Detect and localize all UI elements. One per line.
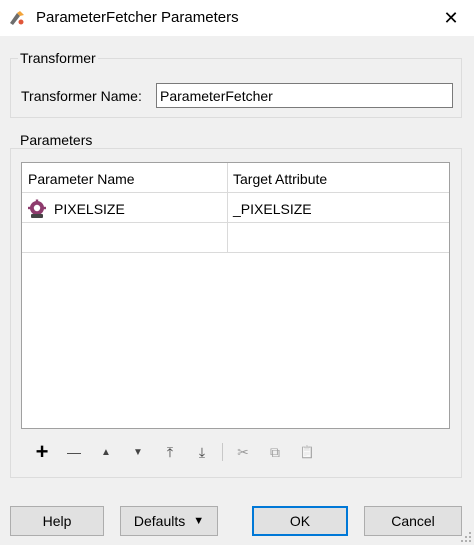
copy-button[interactable]: ⧉ bbox=[259, 440, 291, 464]
close-icon: ✕ bbox=[443, 7, 459, 28]
defaults-label: Defaults bbox=[133, 513, 186, 529]
scissors-icon: ✂ bbox=[237, 443, 249, 460]
column-header-target-attribute[interactable]: Target Attribute bbox=[227, 165, 327, 193]
arrow-up-icon: ▲ bbox=[101, 446, 111, 458]
move-down-button[interactable]: ▼ bbox=[122, 440, 154, 464]
table-row[interactable] bbox=[22, 225, 449, 253]
cancel-button[interactable]: Cancel bbox=[364, 506, 462, 536]
ok-button[interactable]: OK bbox=[252, 506, 348, 536]
parameters-group-title: Parameters bbox=[18, 132, 95, 148]
parameter-name-cell[interactable] bbox=[22, 225, 28, 253]
transformer-name-label: Transformer Name: bbox=[21, 88, 142, 104]
transformer-group-title: Transformer bbox=[18, 50, 98, 66]
toolbar-separator bbox=[222, 443, 223, 461]
table-row[interactable]: PIXELSIZE _PIXELSIZE bbox=[22, 195, 449, 223]
title-bar: ParameterFetcher Parameters ✕ bbox=[0, 0, 474, 36]
remove-row-button[interactable]: — bbox=[58, 440, 90, 464]
resize-grip-icon[interactable] bbox=[460, 531, 472, 543]
parameter-icon bbox=[28, 199, 46, 218]
move-to-bottom-button[interactable]: ⤓ bbox=[186, 440, 218, 464]
add-row-button[interactable]: + bbox=[26, 439, 58, 464]
table-toolbar: + — ▲ ▼ ⤒ ⤓ ✂ ⧉ 📋 bbox=[26, 439, 323, 464]
dialog-window: ParameterFetcher Parameters ✕ Transforme… bbox=[0, 0, 474, 545]
move-bottom-icon: ⤓ bbox=[198, 443, 206, 460]
minus-icon: — bbox=[67, 444, 81, 460]
transformer-app-icon bbox=[10, 11, 24, 25]
paste-button[interactable]: 📋 bbox=[291, 440, 323, 464]
parameters-table: Parameter Name Target Attribute PIXELSIZ… bbox=[21, 162, 450, 429]
transformer-name-input[interactable] bbox=[156, 83, 453, 108]
move-top-icon: ⤒ bbox=[166, 443, 174, 460]
chevron-down-icon: ▼ bbox=[193, 515, 205, 527]
close-button[interactable]: ✕ bbox=[428, 0, 474, 36]
window-title: ParameterFetcher Parameters bbox=[36, 9, 239, 26]
defaults-button[interactable]: Defaults ▼ bbox=[120, 506, 218, 536]
copy-icon: ⧉ bbox=[270, 443, 280, 460]
clipboard-icon: 📋 bbox=[299, 445, 315, 459]
parameter-name-cell: PIXELSIZE bbox=[54, 201, 125, 217]
arrow-down-icon: ▼ bbox=[133, 446, 143, 458]
help-button[interactable]: Help bbox=[10, 506, 104, 536]
cut-button[interactable]: ✂ bbox=[227, 440, 259, 464]
move-to-top-button[interactable]: ⤒ bbox=[154, 440, 186, 464]
target-attribute-cell[interactable]: _PIXELSIZE bbox=[227, 195, 312, 223]
column-header-parameter-name[interactable]: Parameter Name bbox=[22, 165, 135, 193]
column-divider bbox=[227, 163, 228, 253]
move-up-button[interactable]: ▲ bbox=[90, 440, 122, 464]
table-header-row: Parameter Name Target Attribute bbox=[22, 165, 449, 193]
plus-icon: + bbox=[35, 439, 49, 464]
